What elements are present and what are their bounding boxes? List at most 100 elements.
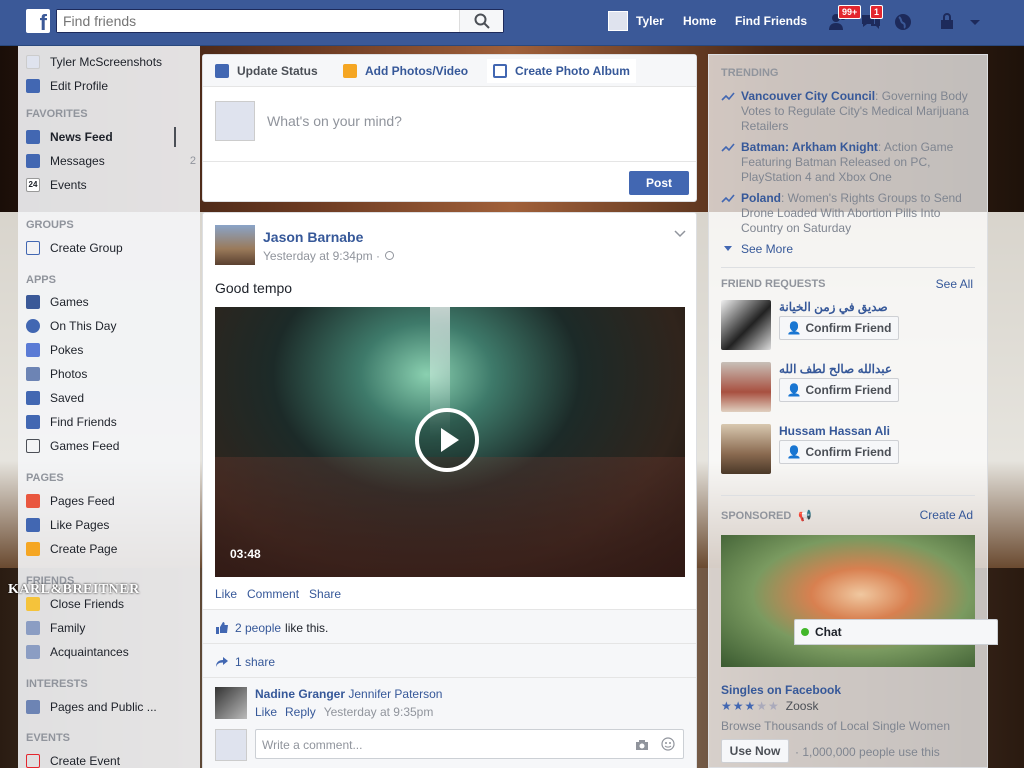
sidebar-item-find-friends[interactable]: Find Friends	[26, 412, 117, 432]
plus-icon	[26, 754, 40, 768]
account-menu[interactable]	[968, 12, 990, 32]
sidebar-item-family[interactable]: Family	[26, 618, 85, 638]
ad-rating: ★★★ ★★ Zoosk	[721, 699, 818, 713]
search-input[interactable]	[57, 10, 457, 32]
sponsored-heading: SPONSORED 📢	[721, 509, 812, 522]
trending-item[interactable]: Batman: Arkham Knight: Action Game Featu…	[721, 140, 981, 185]
trending-arrow-icon	[721, 92, 735, 101]
shares-link[interactable]: 1 share	[235, 655, 275, 669]
sidebar-item-events[interactable]: 24 Events	[26, 175, 87, 195]
video-player[interactable]: 03:48	[215, 307, 685, 577]
sidebar-item-create-group[interactable]: Create Group	[26, 238, 123, 258]
tab-create-album[interactable]: Create Photo Album	[487, 59, 636, 83]
sidebar-item-news-feed[interactable]: News Feed	[26, 127, 176, 147]
sidebar-item-saved[interactable]: Saved	[26, 388, 84, 408]
home-link[interactable]: Home	[683, 0, 716, 42]
confirm-friend-button[interactable]: 👤 Confirm Friend	[779, 378, 899, 402]
comment-meta: Like Reply Yesterday at 9:35pm	[255, 705, 433, 719]
divider	[203, 161, 696, 162]
use-now-button[interactable]: Use Now	[721, 739, 789, 763]
left-sidebar: Tyler McScreenshots Edit Profile FAVORIT…	[18, 46, 200, 768]
play-button[interactable]	[415, 408, 479, 472]
trending-item[interactable]: Poland: Women's Rights Groups to Send Dr…	[721, 191, 981, 236]
likes-link[interactable]: 2 people	[235, 621, 281, 635]
sidebar-item-games-feed[interactable]: Games Feed	[26, 436, 119, 456]
see-more-link[interactable]: See More	[723, 242, 793, 256]
comment-input[interactable]: Write a comment...	[255, 729, 684, 759]
confirm-friend-button[interactable]: 👤 Confirm Friend	[779, 316, 899, 340]
facebook-logo-icon[interactable]: f	[26, 9, 50, 33]
sidebar-item-pages-and-public[interactable]: Pages and Public ...	[26, 697, 157, 717]
requester-name[interactable]: صديق في زمن الخيانة	[779, 300, 888, 314]
likes-suffix: like this.	[285, 621, 329, 635]
commenter-avatar[interactable]	[215, 687, 247, 719]
confirm-friend-button[interactable]: 👤 Confirm Friend	[779, 440, 899, 464]
trending-topic: Batman: Arkham Knight	[741, 140, 878, 154]
sidebar-item-like-pages[interactable]: Like Pages	[26, 515, 109, 535]
friend-requests-badge: 99+	[838, 5, 862, 19]
search-icon	[474, 13, 490, 29]
author-name[interactable]: Jason Barnabe	[263, 229, 363, 245]
requester-avatar[interactable]	[721, 300, 771, 350]
comment-like-link[interactable]: Like	[255, 705, 277, 719]
trending-item[interactable]: Vancouver City Council: Governing Body V…	[721, 89, 981, 134]
sidebar-item-create-event[interactable]: Create Event	[26, 751, 120, 768]
sidebar-item-acquaintances[interactable]: Acquaintances	[26, 642, 129, 662]
find-friends-link[interactable]: Find Friends	[735, 0, 807, 42]
share-action[interactable]: Share	[309, 587, 341, 601]
messages-jewel[interactable]: 1	[860, 5, 884, 32]
stage-crowd	[215, 457, 685, 577]
requester-name[interactable]: Hussam Hassan Ali	[779, 424, 890, 438]
list-icon	[26, 645, 40, 659]
search-button[interactable]	[459, 10, 503, 32]
comment-text[interactable]: Jennifer Paterson	[348, 687, 442, 701]
profile-link[interactable]: Tyler	[608, 0, 664, 42]
comment-author[interactable]: Nadine Granger	[255, 687, 345, 701]
sidebar-item-photos[interactable]: Photos	[26, 364, 87, 384]
story-menu[interactable]	[674, 227, 686, 241]
edit-profile-link[interactable]: Edit Profile	[26, 76, 108, 96]
clock-icon	[26, 319, 40, 333]
sidebar-item-on-this-day[interactable]: On This Day	[26, 316, 116, 336]
sidebar-item-pages-feed[interactable]: Pages Feed	[26, 491, 115, 511]
comment-action[interactable]: Comment	[247, 587, 299, 601]
interests-heading: INTERESTS	[26, 678, 88, 690]
friend-requests-jewel[interactable]: 99+	[828, 5, 862, 32]
like-action[interactable]: Like	[215, 587, 237, 601]
requester-avatar[interactable]	[721, 362, 771, 412]
notifications-jewel[interactable]	[893, 12, 915, 32]
comment-reply-link[interactable]: Reply	[285, 705, 316, 719]
chat-tab[interactable]: Chat	[794, 619, 998, 645]
ad-image[interactable]	[721, 535, 975, 667]
sidebar-item-create-page[interactable]: Create Page	[26, 539, 117, 559]
lock-icon	[941, 13, 953, 29]
sidebar-item-pokes[interactable]: Pokes	[26, 340, 83, 360]
tab-label: Create Photo Album	[515, 64, 630, 78]
divider	[203, 643, 696, 644]
sidebar-item-games[interactable]: Games	[26, 292, 89, 312]
see-all-link[interactable]: See All	[936, 277, 973, 291]
create-ad-link[interactable]: Create Ad	[920, 508, 973, 522]
ad-title[interactable]: Singles on Facebook	[721, 683, 841, 697]
sponsored-label: SPONSORED	[721, 510, 792, 522]
camera-icon[interactable]	[635, 739, 649, 751]
ad-description: Browse Thousands of Local Single Women	[721, 719, 951, 733]
post-timestamp[interactable]: Yesterday at 9:34pm ·	[263, 249, 395, 263]
post-button[interactable]: Post	[629, 171, 689, 195]
requester-name[interactable]: عبدالله صالح لطف الله	[779, 362, 892, 376]
star-rating-empty-icon: ★★	[756, 699, 780, 713]
tab-add-photos[interactable]: Add Photos/Video	[343, 59, 468, 83]
profile-shortcut[interactable]: Tyler McScreenshots	[26, 52, 162, 72]
tab-update-status[interactable]: Update Status	[215, 59, 318, 83]
emoji-icon[interactable]	[661, 737, 675, 751]
status-input[interactable]: What's on your mind?	[267, 113, 402, 129]
confirm-label: Confirm Friend	[805, 445, 892, 459]
author-avatar[interactable]	[215, 225, 255, 265]
comment-body: Nadine Granger Jennifer Paterson	[255, 687, 442, 701]
friend-requests-heading: FRIEND REQUESTS	[721, 278, 826, 290]
sidebar-item-messages[interactable]: Messages 2	[26, 151, 196, 171]
comment-timestamp[interactable]: Yesterday at 9:35pm	[324, 705, 434, 719]
chevron-down-icon	[970, 20, 980, 25]
requester-avatar[interactable]	[721, 424, 771, 474]
privacy-shortcuts[interactable]	[938, 12, 960, 32]
